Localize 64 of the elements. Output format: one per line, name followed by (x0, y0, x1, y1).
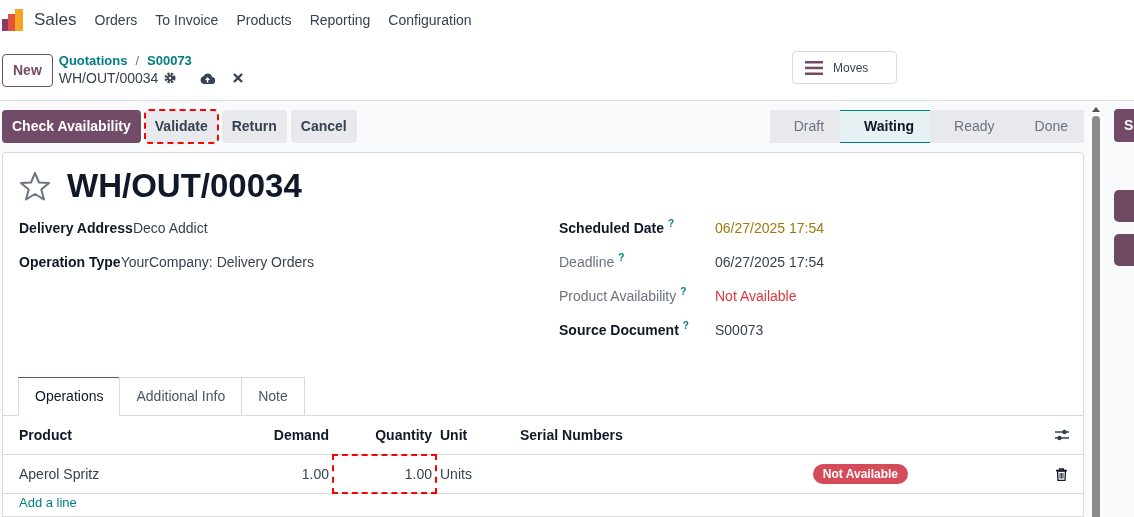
status-stage[interactable]: Done (1010, 110, 1084, 143)
field-value: S00073 (715, 321, 764, 340)
breadcrumb-separator: / (135, 53, 140, 69)
avatar (1114, 234, 1134, 266)
column-header[interactable]: Quantity (329, 424, 432, 446)
menu-item[interactable]: Configuration (388, 9, 472, 31)
new-button[interactable]: New (2, 53, 53, 87)
help-mark[interactable]: ? (680, 286, 687, 298)
action-button[interactable]: Check Availability (2, 110, 141, 143)
star-icon[interactable] (19, 171, 51, 201)
help-mark[interactable]: ? (668, 218, 675, 230)
action-button[interactable]: Cancel (290, 110, 357, 143)
menu-item[interactable]: Reporting (309, 9, 371, 31)
scrollbar-thumb[interactable] (1092, 116, 1100, 517)
menu-item[interactable]: Products (236, 9, 292, 31)
field-label: Source Document (559, 321, 679, 340)
trash-icon[interactable] (1056, 467, 1067, 481)
settings-icon[interactable] (164, 72, 177, 84)
field-label: Operation Type (19, 253, 121, 272)
menu-item[interactable]: To Invoice (155, 9, 219, 31)
field-label: Scheduled Date (559, 219, 665, 238)
field-label: Delivery Address (19, 219, 133, 238)
app-logo-icon[interactable] (2, 9, 24, 31)
status-badge: Not Available (812, 464, 908, 484)
field-value: 06/27/2025 17:54 (715, 219, 824, 238)
field-label: Product Availability (559, 287, 677, 306)
column-header[interactable]: Demand (173, 424, 329, 446)
breadcrumb-link[interactable]: S00073 (147, 53, 192, 69)
column-header[interactable]: Product (3, 424, 173, 446)
action-button[interactable]: Validate (144, 110, 218, 143)
field-value: Not Available (715, 287, 797, 306)
send-button[interactable]: S (1114, 109, 1134, 142)
menu-item[interactable]: Orders (94, 9, 138, 31)
table-cell[interactable]: 1.00 (333, 455, 436, 493)
action-button[interactable]: Return (221, 110, 287, 143)
breadcrumb-link[interactable]: Quotations (58, 53, 128, 69)
field-label: Deadline (559, 253, 615, 272)
add-line-link[interactable]: Add a line (19, 496, 77, 510)
status-stage[interactable]: Ready (930, 110, 1011, 143)
tab[interactable]: Note (241, 377, 305, 416)
field-value: Deco Addict (132, 219, 208, 238)
moves-button[interactable]: Moves (792, 51, 897, 84)
status-stage[interactable]: Draft (769, 110, 841, 143)
cloud-upload-icon[interactable] (200, 72, 216, 84)
field-value: YourCompany: Delivery Orders (120, 253, 314, 272)
tab[interactable]: Additional Info (119, 377, 243, 416)
help-mark[interactable]: ? (618, 252, 625, 264)
app-name[interactable]: Sales (34, 7, 77, 33)
column-header[interactable]: Serial Numbers (520, 424, 720, 446)
record-name: WH/OUT/00034 (58, 69, 159, 87)
tab[interactable]: Operations (18, 377, 121, 416)
column-settings-icon[interactable] (1055, 429, 1069, 441)
table-cell-text: Aperol Spritz (18, 464, 101, 484)
close-icon[interactable] (233, 73, 244, 83)
table-cell-text: 1.00 (300, 464, 329, 484)
field-value: 06/27/2025 17:54 (715, 253, 824, 272)
scroll-up-icon[interactable] (1092, 107, 1100, 112)
menu-icon (805, 60, 823, 75)
avatar (1114, 190, 1134, 222)
status-stage[interactable]: Waiting (840, 110, 931, 143)
record-title: WH/OUT/00034 (67, 166, 302, 207)
help-mark[interactable]: ? (682, 320, 689, 332)
table-cell-text: Units (439, 464, 473, 484)
column-header[interactable]: Unit (432, 424, 520, 446)
